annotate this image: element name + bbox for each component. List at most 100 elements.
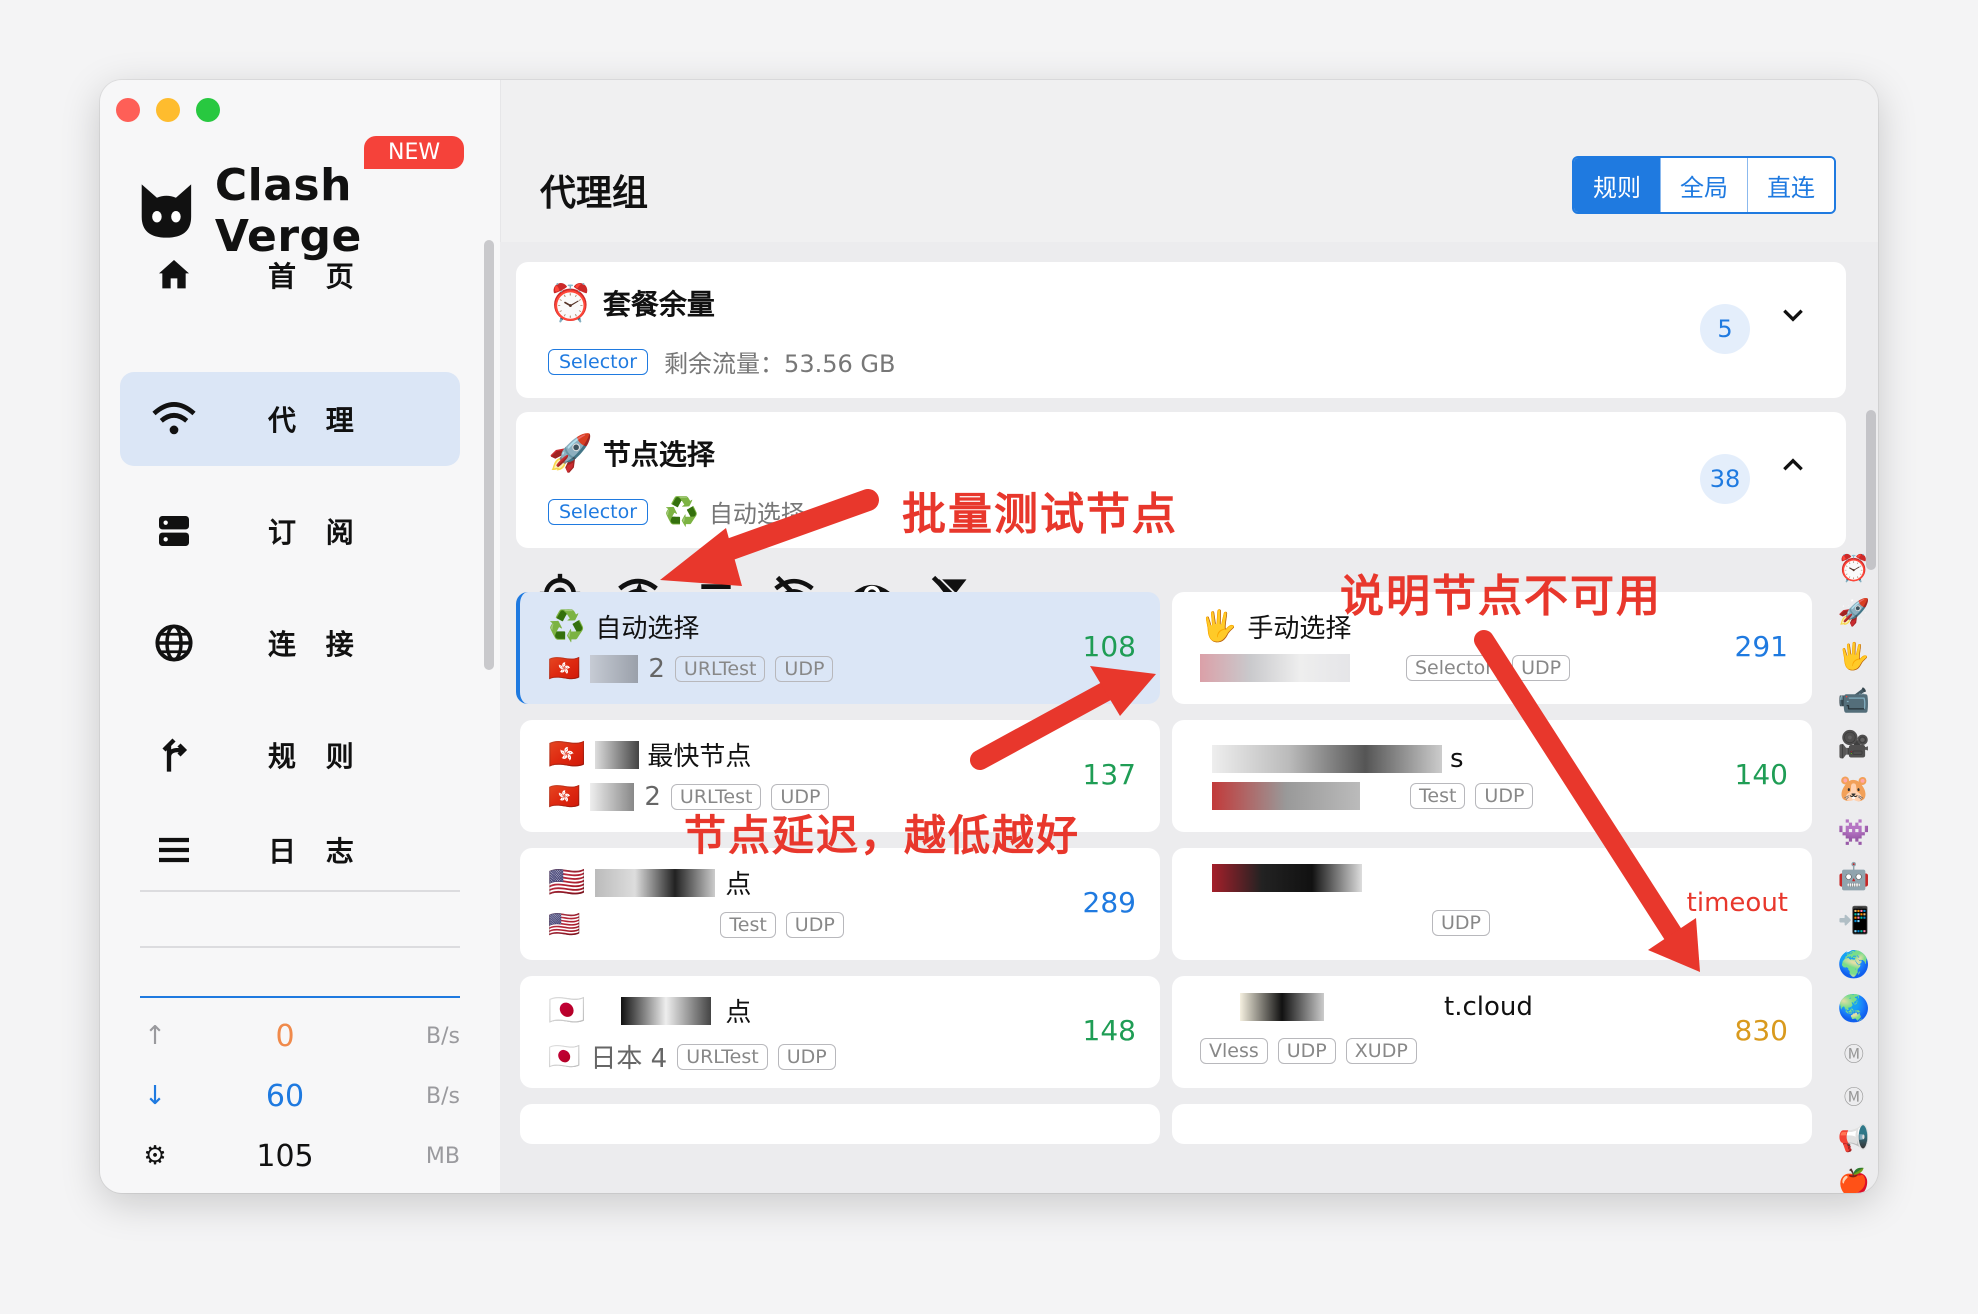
proxy-card-us[interactable]: 🇺🇸 点 🇺🇸 Test UDP 289 bbox=[520, 848, 1160, 960]
latency-value[interactable]: 830 bbox=[1735, 1014, 1788, 1047]
home-icon bbox=[150, 251, 198, 299]
proxy-name: 自动选择 bbox=[595, 614, 700, 644]
traffic-graph-line bbox=[140, 996, 460, 998]
sidebar-scrollbar[interactable] bbox=[484, 240, 494, 670]
jp-flag-icon: 🇯🇵 bbox=[548, 1041, 581, 1072]
us-flag-icon: 🇺🇸 bbox=[548, 865, 586, 900]
us-flag-icon: 🇺🇸 bbox=[548, 910, 581, 940]
group-type-tag: Selector bbox=[548, 498, 649, 525]
proxy-card-auto-select[interactable]: ♻️ 自动选择 🇭🇰 2 URLTest UDP 108 bbox=[516, 592, 1160, 704]
proxy-card-partial[interactable] bbox=[520, 1104, 1160, 1144]
group-type-tag: Selector bbox=[548, 348, 649, 375]
proxy-card-partial[interactable] bbox=[1172, 1104, 1812, 1144]
hk-flag-icon: 🇭🇰 bbox=[548, 737, 586, 772]
m-circle-icon[interactable]: Ⓜ bbox=[1844, 1038, 1864, 1067]
minimize-button[interactable] bbox=[156, 98, 180, 122]
apple-icon[interactable]: 🍎 bbox=[1838, 1168, 1870, 1193]
blurred-text bbox=[1200, 654, 1350, 682]
game-icon[interactable]: 👾 bbox=[1838, 818, 1870, 848]
type-tag: UDP bbox=[1512, 655, 1571, 681]
chevron-up-icon[interactable] bbox=[1780, 452, 1806, 485]
upload-value: 0 bbox=[275, 1018, 295, 1054]
sidebar-item-rules[interactable]: 规 则 bbox=[120, 708, 460, 802]
arrow-down-icon: ↓ bbox=[144, 1081, 166, 1111]
group-info: Selector ♻️ 自动选择 bbox=[548, 494, 805, 529]
latency-value[interactable]: 137 bbox=[1083, 758, 1136, 791]
group-detail: 自动选择 bbox=[708, 500, 805, 528]
memory-unit: MB bbox=[425, 1143, 460, 1169]
zoom-button[interactable] bbox=[196, 98, 220, 122]
hamster-icon[interactable]: 🐹 bbox=[1838, 774, 1870, 804]
mode-direct-button[interactable]: 直连 bbox=[1747, 158, 1834, 212]
proxy-card-cloud[interactable]: t.cloud Vless UDP XUDP 830 bbox=[1172, 976, 1812, 1088]
memory-usage: ⚙ 105 MB bbox=[140, 1134, 460, 1178]
proxy-name: 点 bbox=[725, 870, 752, 900]
globe-europe-icon[interactable]: 🌍 bbox=[1838, 950, 1870, 980]
sidebar-item-home[interactable]: 首 页 bbox=[120, 228, 460, 322]
blurred-text bbox=[590, 783, 635, 811]
mode-rule-button[interactable]: 规则 bbox=[1574, 158, 1660, 212]
alarm-clock-icon: ⏰ bbox=[548, 283, 593, 324]
megaphone-icon[interactable]: 📢 bbox=[1838, 1124, 1870, 1154]
group-name: 套餐余量 bbox=[602, 288, 715, 321]
hand-icon[interactable]: 🖐 bbox=[1838, 642, 1870, 672]
content-scrollbar[interactable] bbox=[1866, 410, 1876, 570]
m-circle-icon[interactable]: Ⓜ bbox=[1844, 1081, 1864, 1110]
type-tag: UDP bbox=[785, 912, 844, 938]
recycle-icon: ♻️ bbox=[548, 609, 586, 644]
hand-icon: 🖐 bbox=[1200, 609, 1238, 644]
app-window: Clash Verge NEW 首 页 代 理 订 阅 连 接 规 则 日 志 … bbox=[100, 80, 1878, 1193]
proxy-group-quota[interactable]: ⏰ 套餐余量 Selector 剩余流量：53.56 GB 5 bbox=[516, 262, 1846, 398]
group-title: 🚀 节点选择 bbox=[548, 432, 715, 474]
blurred-text bbox=[621, 996, 712, 1025]
proxy-card-timeout[interactable]: UDP timeout bbox=[1172, 848, 1812, 960]
type-tag: URLTest bbox=[677, 1043, 768, 1070]
globe-icon bbox=[150, 619, 198, 667]
alarm-clock-icon[interactable]: ⏰ bbox=[1838, 554, 1870, 584]
latency-value[interactable]: 108 bbox=[1083, 630, 1136, 663]
type-tag: UDP bbox=[1432, 910, 1490, 936]
blurred-text bbox=[1212, 782, 1360, 810]
phone-icon[interactable]: 📲 bbox=[1838, 906, 1870, 936]
group-title: ⏰ 套餐余量 bbox=[548, 282, 715, 324]
hk-flag-icon: 🇭🇰 bbox=[548, 654, 581, 684]
movie-camera-icon[interactable]: 🎥 bbox=[1838, 730, 1870, 760]
rocket-icon[interactable]: 🚀 bbox=[1838, 598, 1870, 628]
server-icon bbox=[150, 507, 198, 555]
latency-value[interactable]: 148 bbox=[1083, 1014, 1136, 1047]
robot-icon[interactable]: 🤖 bbox=[1838, 862, 1870, 892]
proxy-name: t.cloud bbox=[1444, 992, 1533, 1022]
globe-asia-icon[interactable]: 🌏 bbox=[1838, 994, 1870, 1024]
memory-value: 105 bbox=[256, 1138, 314, 1174]
upload-unit: B/s bbox=[426, 1023, 460, 1049]
sidebar-item-label: 订 阅 bbox=[268, 516, 364, 549]
annotation-latency: 节点延迟，越低越好 bbox=[684, 811, 1081, 860]
proxy-sub: 2 bbox=[648, 654, 665, 684]
proxy-name: 最快节点 bbox=[647, 742, 752, 772]
new-badge: NEW bbox=[364, 136, 465, 169]
type-tag: XUDP bbox=[1345, 1038, 1417, 1064]
blurred-text bbox=[1212, 864, 1362, 892]
type-tag: Selector bbox=[1406, 655, 1503, 681]
chevron-down-icon[interactable] bbox=[1780, 302, 1806, 335]
proxy-card-jp[interactable]: 🇯🇵 点 🇯🇵 日本 4 URLTest UDP 148 bbox=[520, 976, 1160, 1088]
proxy-card-blurred[interactable]: s Test UDP 140 bbox=[1172, 720, 1812, 832]
type-tag: UDP bbox=[1277, 1038, 1336, 1064]
mode-global-button[interactable]: 全局 bbox=[1660, 158, 1747, 212]
video-camera-icon[interactable]: 📹 bbox=[1838, 686, 1870, 716]
download-value: 60 bbox=[265, 1078, 305, 1114]
node-count-badge: 5 bbox=[1700, 304, 1750, 354]
sidebar-item-logs[interactable]: 日 志 bbox=[120, 820, 460, 880]
latency-value[interactable]: 289 bbox=[1083, 886, 1136, 919]
sidebar-item-subscriptions[interactable]: 订 阅 bbox=[120, 484, 460, 578]
sidebar-item-proxy[interactable]: 代 理 bbox=[120, 372, 460, 466]
proxy-group-node-select[interactable]: 🚀 节点选择 Selector ♻️ 自动选择 38 bbox=[516, 412, 1846, 548]
blurred-text bbox=[1212, 745, 1442, 773]
close-button[interactable] bbox=[116, 98, 140, 122]
proxy-group-list: ⏰ 套餐余量 Selector 剩余流量：53.56 GB 5 🚀 节点选择 S… bbox=[500, 242, 1878, 1193]
latency-value[interactable]: 291 bbox=[1735, 630, 1788, 663]
hk-flag-icon: 🇭🇰 bbox=[548, 782, 581, 812]
latency-value[interactable]: 140 bbox=[1735, 758, 1788, 791]
latency-value[interactable]: timeout bbox=[1687, 888, 1788, 918]
sidebar-item-connections[interactable]: 连 接 bbox=[120, 596, 460, 690]
